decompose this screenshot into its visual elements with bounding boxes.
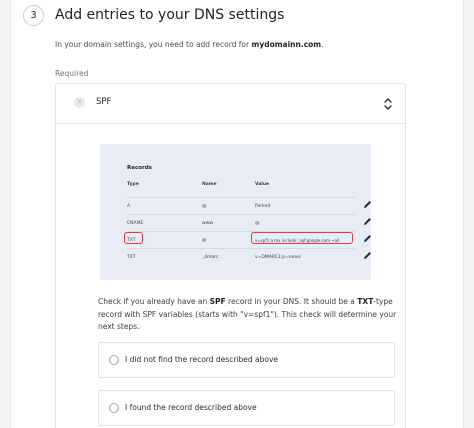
table-row: TXT _dmarc v=DMARC1;p=none;	[127, 248, 371, 268]
pencil-icon	[364, 218, 371, 225]
row-divider	[127, 197, 355, 198]
record-name: _dmarc	[202, 255, 219, 260]
instructions-text: Check if you already have an	[98, 297, 210, 306]
record-value: @	[255, 221, 260, 226]
required-label: Required	[55, 69, 89, 78]
option-record-found[interactable]: I found the record described above	[98, 390, 395, 426]
dns-records-title: Records	[127, 165, 152, 171]
setup-step-card: 3 Add entries to your DNS settings In yo…	[10, 0, 464, 428]
step-description: In your domain settings, you need to add…	[55, 40, 324, 49]
spf-record-label: SPF	[96, 97, 112, 107]
row-divider	[127, 248, 355, 249]
step-title: Add entries to your DNS settings	[55, 7, 285, 23]
instructions-spf: SPF	[209, 297, 226, 306]
option-label: I found the record described above	[125, 403, 257, 412]
radio-record-not-found[interactable]	[109, 355, 119, 365]
instructions-txt: TXT	[357, 297, 374, 306]
record-type: CNAME	[127, 221, 144, 226]
record-value: Parked	[255, 204, 271, 209]
step-number-badge: 3	[23, 5, 44, 26]
row-divider	[127, 214, 355, 215]
step-description-suffix: .	[321, 40, 324, 49]
dns-records-preview: Records Type Name Value A @ Parked CNAME…	[100, 144, 371, 280]
chevron-up-down-icon[interactable]	[383, 97, 393, 111]
option-record-not-found[interactable]: I did not find the record described abov…	[98, 342, 395, 378]
pencil-icon	[364, 235, 371, 242]
option-label: I did not find the record described abov…	[125, 355, 278, 364]
record-name: @	[202, 204, 207, 209]
record-name: @	[202, 238, 207, 243]
pencil-icon	[364, 201, 371, 208]
record-type: A	[127, 204, 131, 209]
spf-record-panel: ✕ SPF Records Type Name Value A @ Parked…	[55, 83, 406, 428]
spf-check-instructions: Check if you already have an SPF record …	[98, 296, 398, 334]
record-type: TXT	[127, 238, 136, 243]
step-description-prefix: In your domain settings, you need to add…	[55, 40, 252, 49]
record-name: www	[202, 221, 214, 226]
column-header-type: Type	[127, 182, 139, 187]
instructions-text: record in your DNS. It should be a	[225, 297, 358, 306]
radio-record-found[interactable]	[109, 403, 119, 413]
pencil-icon	[364, 252, 371, 259]
column-header-name: Name	[202, 182, 217, 187]
record-value: v=DMARC1;p=none;	[255, 255, 302, 260]
column-header-value: Value	[255, 182, 270, 187]
spf-panel-header[interactable]: ✕ SPF	[56, 84, 405, 124]
record-type: TXT	[127, 255, 136, 260]
close-icon: ✕	[74, 97, 85, 108]
record-value: v=spf1 a mx include:_spf.google.com ~all	[255, 238, 340, 243]
domain-name: mydomainn.com	[251, 40, 322, 49]
